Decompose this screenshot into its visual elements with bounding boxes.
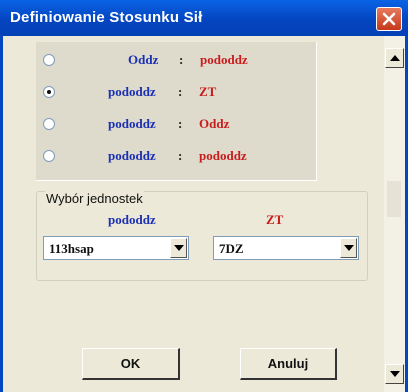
ratio-separator: : <box>178 116 183 131</box>
ratio-left-label: Oddz <box>128 52 159 67</box>
scroll-down-button[interactable] <box>385 364 404 384</box>
window-title: Definiowanie Stosunku Sił <box>10 9 203 26</box>
ratio-right-label: pododdz <box>200 52 248 67</box>
right-unit-select[interactable]: 7DZ <box>213 236 359 260</box>
unit-selection-label: Wybór jednostek <box>45 191 144 206</box>
radio-button[interactable] <box>43 150 55 162</box>
left-unit-label: pododdz <box>108 212 156 227</box>
ratio-right-label: ZT <box>199 84 217 99</box>
ratio-right-label: pododdz <box>199 148 247 163</box>
radio-button[interactable] <box>43 54 55 66</box>
scroll-up-button[interactable] <box>385 48 404 68</box>
ok-button[interactable]: OK <box>82 348 180 380</box>
chevron-down-icon <box>344 245 354 251</box>
ratio-left-label: pododdz <box>108 148 156 163</box>
ratio-left-label: pododdz <box>108 84 156 99</box>
radio-button-checked[interactable] <box>43 86 55 98</box>
chevron-down-icon <box>174 245 184 251</box>
left-unit-select[interactable]: 113hsap <box>43 236 189 260</box>
dropdown-button[interactable] <box>340 238 357 258</box>
right-unit-label: ZT <box>266 212 284 227</box>
ratio-option-4[interactable]: pododdz : pododdz <box>36 146 316 172</box>
ratio-left-label: pododdz <box>108 116 156 131</box>
ratio-options-panel: Oddz : pododdz pododdz : ZT pododdz : Od… <box>36 42 317 181</box>
ratio-right-label: Oddz <box>199 116 230 131</box>
ratio-separator: : <box>178 84 183 99</box>
close-button[interactable] <box>376 7 402 31</box>
ratio-separator: : <box>178 148 183 163</box>
ratio-separator: : <box>179 52 184 67</box>
left-unit-value: 113hsap <box>49 241 94 256</box>
vertical-scrollbar[interactable] <box>384 36 405 392</box>
cancel-button[interactable]: Anuluj <box>240 348 337 380</box>
arrow-up-icon <box>390 55 400 61</box>
right-unit-value: 7DZ <box>219 241 244 256</box>
ratio-option-3[interactable]: pododdz : Oddz <box>36 114 316 140</box>
arrow-down-icon <box>390 371 400 377</box>
radio-button[interactable] <box>43 118 55 130</box>
ratio-option-1[interactable]: Oddz : pododdz <box>36 50 316 76</box>
dropdown-button[interactable] <box>170 238 187 258</box>
ratio-option-2[interactable]: pododdz : ZT <box>36 82 316 108</box>
scrollbar-thumb[interactable] <box>387 181 401 217</box>
title-bar[interactable]: Definiowanie Stosunku Sił <box>0 0 408 36</box>
